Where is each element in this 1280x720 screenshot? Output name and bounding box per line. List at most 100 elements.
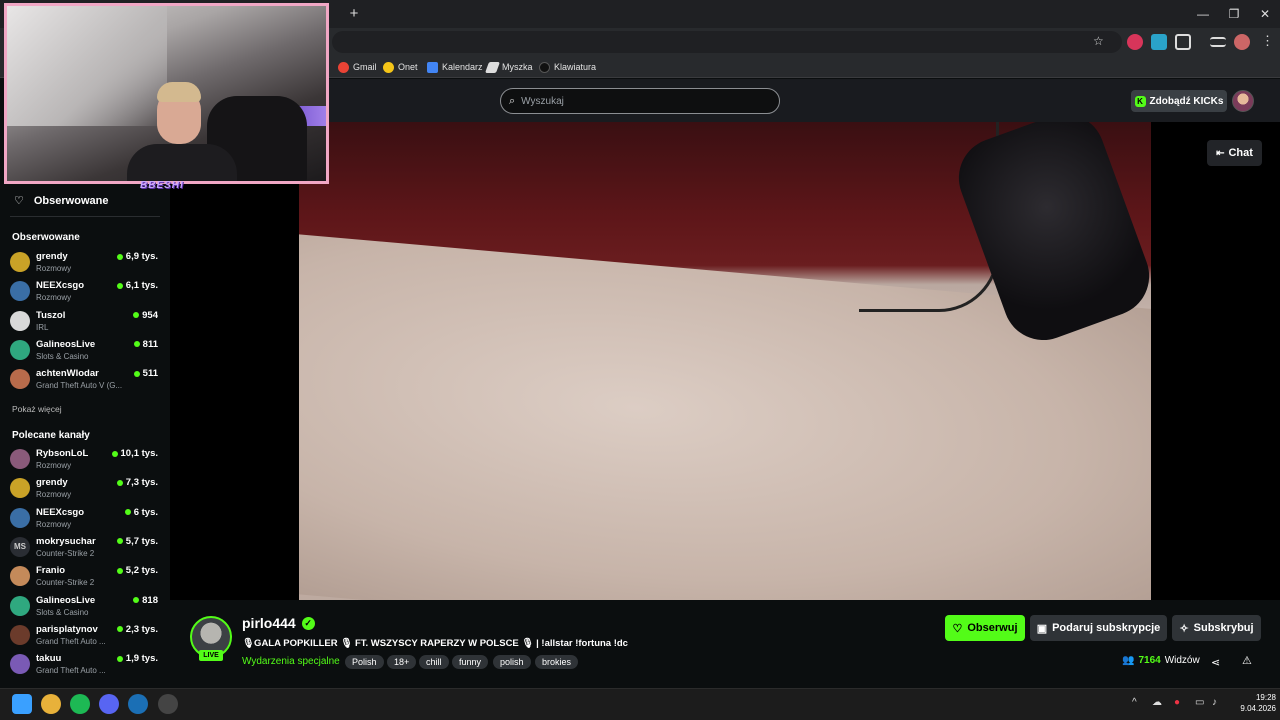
stream-category[interactable]: Wydarzenia specjalne: [242, 656, 340, 667]
channel-row[interactable]: NEEXcsgo Rozmowy 6 tys.: [10, 505, 160, 533]
extension-icon[interactable]: [1127, 34, 1143, 50]
show-more-link[interactable]: Pokaż więcej: [12, 404, 62, 414]
viewer-count-text: 954: [142, 309, 158, 321]
chat-expand-icon: ⇤: [1216, 147, 1225, 159]
windows-start-icon[interactable]: [12, 694, 32, 714]
kick-logo-icon: K: [1134, 95, 1146, 107]
live-dot-icon: [133, 312, 140, 319]
sparkle-icon: ✧: [1179, 622, 1189, 635]
report-icon[interactable]: ⚠: [1242, 654, 1252, 667]
minimize-button[interactable]: —: [1188, 4, 1218, 24]
channel-row[interactable]: takuu Grand Theft Auto ... 1,9 tys.: [10, 651, 160, 679]
live-dot-icon: [116, 538, 123, 545]
channel-row[interactable]: GalineosLive Slots & Casino 811: [10, 337, 160, 365]
channel-category: Grand Theft Auto ...: [36, 636, 106, 646]
display-tray-icon[interactable]: ▭: [1195, 697, 1204, 708]
channel-avatar: [10, 310, 30, 331]
subscribe-button[interactable]: ✧ Subskrybuj: [1172, 615, 1261, 641]
streamer-name[interactable]: pirlo444 ✓: [242, 615, 315, 631]
channel-avatar: [10, 252, 30, 272]
video-frame[interactable]: [299, 122, 1151, 600]
divider: [10, 216, 160, 217]
spotify-icon[interactable]: [70, 694, 90, 714]
discord-icon[interactable]: [99, 694, 119, 714]
bookmark-onet[interactable]: Onet: [383, 59, 418, 75]
channel-name: Tuszol: [36, 309, 66, 321]
close-button[interactable]: ✕: [1250, 4, 1280, 24]
channel-row[interactable]: RybsonLoL Rozmowy 10,1 tys.: [10, 446, 160, 474]
channel-viewers: 811: [133, 339, 158, 350]
new-tab-button[interactable]: +: [346, 6, 362, 22]
chat-toggle-button[interactable]: ⇤ Chat: [1207, 140, 1262, 166]
get-kicks-button[interactable]: K Zdobądź KICKs: [1131, 90, 1227, 112]
address-bar[interactable]: [332, 31, 1122, 53]
channel-row[interactable]: Franio Counter-Strike 2 5,2 tys.: [10, 563, 160, 591]
live-dot-icon: [116, 567, 123, 574]
channel-category: IRL: [36, 322, 49, 332]
follow-button[interactable]: ♡ Obserwuj: [945, 615, 1025, 641]
viewer-count: 👥 7164 Widzów: [1122, 655, 1200, 666]
channel-viewers: 818: [133, 595, 158, 606]
channel-row[interactable]: NEEXcsgo Rozmowy 6,1 tys.: [10, 278, 160, 306]
channel-avatar: [10, 624, 30, 645]
live-dot-icon: [116, 253, 123, 260]
viewer-count-text: 7,3 tys.: [125, 477, 158, 489]
channel-avatar: [10, 281, 30, 302]
channel-row[interactable]: MS mokrysuchar Counter-Strike 2 5,7 tys.: [10, 534, 160, 562]
volume-tray-icon[interactable]: ♪: [1212, 697, 1217, 708]
viewers-icon: 👥: [1122, 655, 1135, 666]
tag[interactable]: brokies: [535, 655, 579, 669]
channel-category: Rozmowy: [36, 264, 72, 273]
browser-menu-icon[interactable]: ⋮: [1261, 33, 1274, 49]
bookmark-kalendarz[interactable]: Kalendarz: [427, 59, 483, 75]
channel-viewers: 5,2 tys.: [116, 565, 158, 576]
tag[interactable]: 18+: [387, 655, 417, 669]
bookmark-gmail[interactable]: Gmail: [338, 59, 377, 75]
stream-title: 🎙GALA POPKILLER 🎙 FT. WSZYSCY RAPERZY W …: [242, 638, 628, 649]
user-avatar[interactable]: [1232, 90, 1254, 112]
microphone-tray-icon[interactable]: ●: [1174, 697, 1180, 708]
reading-list-icon[interactable]: [1210, 37, 1226, 47]
steam-icon[interactable]: [128, 694, 148, 714]
channel-name: GalineosLive: [36, 338, 96, 350]
gift-subscription-button[interactable]: ▣ Podaruj subskrypcje: [1030, 615, 1167, 641]
translate-extension-icon[interactable]: [1151, 34, 1167, 50]
verified-icon: ✓: [301, 616, 315, 630]
live-dot-icon: [116, 479, 123, 486]
channel-name: GalineosLive: [36, 594, 96, 606]
bookmark-myszka[interactable]: Myszka: [484, 59, 533, 75]
tag[interactable]: polish: [493, 655, 531, 669]
followed-section-title: Obserwowane: [12, 232, 80, 243]
profile-avatar[interactable]: [1234, 34, 1250, 50]
bookmark-klawiatura[interactable]: Klawiatura: [539, 59, 596, 75]
tag[interactable]: funny: [452, 655, 489, 669]
channel-name: grendy: [36, 477, 68, 489]
bookmark-star-icon[interactable]: ☆: [1093, 34, 1104, 48]
channel-avatar: [10, 478, 30, 499]
chrome-icon[interactable]: [41, 694, 61, 714]
obs-icon[interactable]: [158, 694, 178, 714]
extensions-puzzle-icon[interactable]: [1175, 34, 1191, 50]
viewer-count-text: 5,7 tys.: [125, 535, 158, 547]
taskbar: [0, 688, 1280, 720]
channel-category: Rozmowy: [36, 519, 72, 529]
channel-name: parisplatynov: [36, 623, 98, 635]
restore-button[interactable]: ❐: [1219, 4, 1249, 24]
webcam-overlay: [4, 3, 329, 184]
tray-overflow-icon[interactable]: ^: [1132, 697, 1137, 708]
network-tray-icon[interactable]: ☁: [1152, 697, 1162, 708]
channel-row[interactable]: parisplatynov Grand Theft Auto ... 2,3 tys…: [10, 622, 160, 650]
sidebar-followed-header[interactable]: ♡ Obserwowane: [14, 194, 108, 208]
channel-row[interactable]: grendy Rozmowy 6,9 tys.: [10, 249, 160, 277]
overlay-logo: BBESHI: [140, 180, 184, 191]
channel-row[interactable]: Tuszol IRL 954: [10, 308, 160, 336]
channel-row[interactable]: grendy Rozmowy 7,3 tys.: [10, 475, 160, 503]
tag[interactable]: chill: [419, 655, 449, 669]
search-input[interactable]: ⌕ Wyszukaj: [500, 88, 780, 114]
system-clock[interactable]: 19:28 9.04.2026: [1228, 692, 1276, 714]
channel-row[interactable]: GalineosLive Slots & Casino 818: [10, 593, 160, 621]
recommended-section-title: Polecane kanały: [12, 430, 90, 441]
share-icon[interactable]: ⋖: [1211, 656, 1220, 669]
tag[interactable]: Polish: [345, 655, 384, 669]
channel-row[interactable]: achtenWlodar Grand Theft Auto V (G... 511: [10, 366, 160, 394]
